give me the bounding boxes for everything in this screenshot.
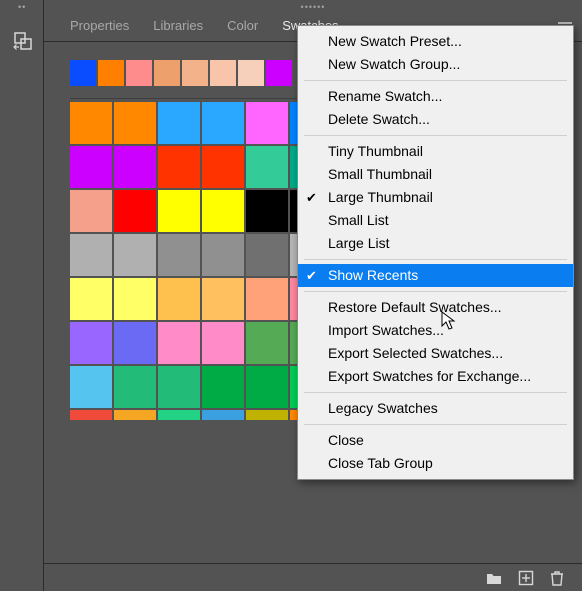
swatch[interactable] <box>158 146 200 188</box>
swatch[interactable] <box>114 146 156 188</box>
menu-rename-swatch[interactable]: Rename Swatch... <box>298 85 573 108</box>
swatch[interactable] <box>114 322 156 364</box>
swatch[interactable] <box>246 102 288 144</box>
swatch[interactable] <box>114 234 156 276</box>
menu-separator <box>304 424 567 425</box>
menu-restore-defaults[interactable]: Restore Default Swatches... <box>298 296 573 319</box>
swatch[interactable] <box>246 410 288 420</box>
swatch[interactable] <box>70 322 112 364</box>
drag-handle[interactable]: •• <box>18 2 26 12</box>
swatch[interactable] <box>114 190 156 232</box>
menu-show-recents[interactable]: ✔ Show Recents <box>298 264 573 287</box>
recent-swatch[interactable] <box>266 60 292 86</box>
recent-swatch[interactable] <box>98 60 124 86</box>
recent-swatch[interactable] <box>126 60 152 86</box>
swatch[interactable] <box>158 410 200 420</box>
menu-tiny-thumbnail[interactable]: Tiny Thumbnail <box>298 140 573 163</box>
menu-export-selected[interactable]: Export Selected Swatches... <box>298 342 573 365</box>
swatch[interactable] <box>158 190 200 232</box>
recent-swatch[interactable] <box>182 60 208 86</box>
swatch[interactable] <box>158 102 200 144</box>
swatch[interactable] <box>158 234 200 276</box>
tab-properties[interactable]: Properties <box>58 12 141 41</box>
swatch[interactable] <box>70 278 112 320</box>
swatch[interactable] <box>158 278 200 320</box>
menu-new-swatch-preset[interactable]: New Swatch Preset... <box>298 30 573 53</box>
menu-separator <box>304 392 567 393</box>
swatch[interactable] <box>158 322 200 364</box>
menu-separator <box>304 291 567 292</box>
swatch[interactable] <box>202 146 244 188</box>
menu-small-list[interactable]: Small List <box>298 209 573 232</box>
swatch[interactable] <box>70 146 112 188</box>
panel-footer <box>44 563 582 591</box>
swatch[interactable] <box>202 278 244 320</box>
swatch[interactable] <box>70 234 112 276</box>
swatch[interactable] <box>246 278 288 320</box>
swatch[interactable] <box>114 410 156 420</box>
menu-close-tab-group[interactable]: Close Tab Group <box>298 452 573 475</box>
menu-export-exchange[interactable]: Export Swatches for Exchange... <box>298 365 573 388</box>
menu-separator <box>304 259 567 260</box>
swatch[interactable] <box>202 322 244 364</box>
recent-swatch[interactable] <box>70 60 96 86</box>
swatch[interactable] <box>70 102 112 144</box>
menu-close[interactable]: Close <box>298 429 573 452</box>
swatch[interactable] <box>246 322 288 364</box>
trash-icon[interactable] <box>550 570 564 586</box>
tab-color[interactable]: Color <box>215 12 270 41</box>
check-icon: ✔ <box>306 264 317 287</box>
swatch[interactable] <box>70 366 112 408</box>
new-swatch-icon[interactable] <box>518 570 534 586</box>
swatch[interactable] <box>114 278 156 320</box>
menu-separator <box>304 135 567 136</box>
swatch[interactable] <box>70 410 112 420</box>
menu-import-swatches[interactable]: Import Swatches... <box>298 319 573 342</box>
left-toolbar: •• <box>0 0 44 591</box>
menu-small-thumbnail[interactable]: Small Thumbnail <box>298 163 573 186</box>
menu-separator <box>304 80 567 81</box>
swatch[interactable] <box>202 234 244 276</box>
swap-colors-icon[interactable] <box>12 30 34 52</box>
swatch[interactable] <box>114 102 156 144</box>
swatch[interactable] <box>202 366 244 408</box>
recent-swatch[interactable] <box>154 60 180 86</box>
panel-grip[interactable]: •••••• <box>44 2 582 12</box>
folder-icon[interactable] <box>486 571 502 585</box>
swatches-context-menu: New Swatch Preset... New Swatch Group...… <box>297 25 574 480</box>
tab-libraries[interactable]: Libraries <box>141 12 215 41</box>
menu-item-label: Show Recents <box>328 267 418 283</box>
swatch[interactable] <box>246 190 288 232</box>
swatch[interactable] <box>246 234 288 276</box>
recent-swatch[interactable] <box>238 60 264 86</box>
menu-legacy-swatches[interactable]: Legacy Swatches <box>298 397 573 420</box>
swatch[interactable] <box>114 366 156 408</box>
swatch[interactable] <box>202 410 244 420</box>
swatch[interactable] <box>246 146 288 188</box>
swatch[interactable] <box>202 190 244 232</box>
menu-new-swatch-group[interactable]: New Swatch Group... <box>298 53 573 76</box>
swatch[interactable] <box>202 102 244 144</box>
swatch[interactable] <box>70 190 112 232</box>
menu-delete-swatch[interactable]: Delete Swatch... <box>298 108 573 131</box>
menu-large-list[interactable]: Large List <box>298 232 573 255</box>
swatch[interactable] <box>158 366 200 408</box>
check-icon: ✔ <box>306 186 317 209</box>
menu-item-label: Large Thumbnail <box>328 189 433 205</box>
recent-swatch[interactable] <box>210 60 236 86</box>
menu-large-thumbnail[interactable]: ✔ Large Thumbnail <box>298 186 573 209</box>
swatch[interactable] <box>246 366 288 408</box>
